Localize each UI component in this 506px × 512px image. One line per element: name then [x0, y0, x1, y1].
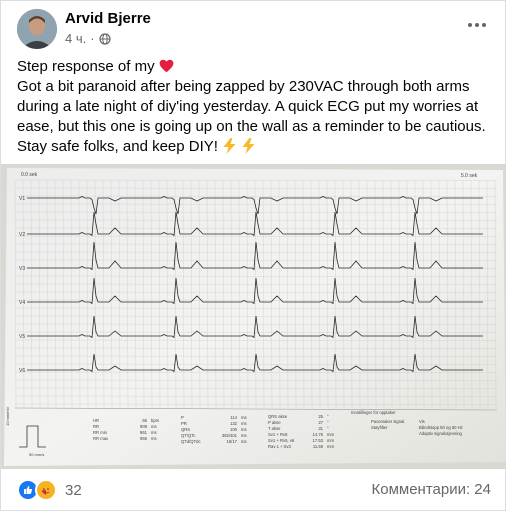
post-text-body-paragraph: Got a bit paranoid after being zapped by… — [17, 77, 495, 157]
ecg-meas-col2-unit: ms — [241, 427, 247, 432]
ecg-meas-col1-value: 956 — [140, 436, 148, 441]
reactions-count: 32 — [65, 481, 82, 499]
globe-icon — [98, 32, 111, 45]
ecg-meas-col3-key: P akse — [268, 420, 281, 425]
ecg-settings-title: Innstillinger for opptaker — [351, 410, 396, 415]
ecg-cal-mmmv: 10 mm/mV — [5, 406, 10, 426]
post-footer: 32 Комментарии: 24 — [1, 469, 506, 512]
post-time[interactable]: 4 ч. — [65, 31, 86, 46]
ecg-meas-col1-key: HR — [93, 418, 99, 423]
dot-icon — [482, 23, 486, 27]
ecg-meas-col1-unit: ms — [151, 430, 157, 435]
ecg-setting-value: Båndstopp 50 og 60 Hz — [419, 425, 463, 430]
ecg-meas-col2-value: 100 — [230, 427, 238, 432]
heart-icon — [159, 59, 174, 73]
ecg-photo[interactable]: 0.0 sek 5.0 sek V1 V2 V3 V4 V5 V6 10 mm/mV 50… — [1, 164, 506, 469]
ecg-lead-label: V6 — [19, 368, 25, 374]
post-text-line1: Step response of my — [17, 57, 495, 77]
ecg-meas-col2-unit: ms — [241, 433, 247, 438]
ecg-meas-col3-key: QRS akse — [268, 414, 288, 419]
ecg-meas-col3-key: Sv1 + Rv5, v6 — [268, 438, 295, 443]
ecg-meas-col3-key: Rav L + Sv3 — [268, 444, 291, 449]
ecg-meas-col3-value: 14.76 — [313, 432, 324, 437]
reactions-summary[interactable]: 32 — [17, 479, 82, 501]
ecg-meas-col2-unit: ms — [241, 421, 247, 426]
ecg-meas-col3-value: 31 — [318, 426, 323, 431]
ecg-meas-col1-value: 909 — [140, 424, 148, 429]
avatar-photo — [17, 9, 57, 49]
ecg-meas-col3-unit: mm — [327, 444, 334, 449]
ecg-meas-col3-unit: mm — [327, 432, 334, 437]
ecg-meas-col2-value: 382/401 — [222, 433, 238, 438]
ecg-meas-col1-unit: ms — [151, 424, 157, 429]
ecg-lead-label: V5 — [19, 334, 25, 340]
ecg-printout: 0.0 sek 5.0 sek V1 V2 V3 V4 V5 V6 10 mm/mV 50… — [1, 164, 506, 469]
ecg-meas-col2-value: 16/17 — [227, 439, 238, 444]
avatar[interactable] — [17, 9, 57, 49]
ecg-setting-key: Støyfilter — [371, 425, 388, 430]
ecg-meas-col2-key: QRS — [181, 427, 190, 432]
author-name[interactable]: Arvid Bjerre — [65, 10, 151, 27]
ecg-meas-col3-unit: mm — [327, 438, 334, 443]
ecg-meas-col2-unit: ms — [241, 415, 247, 420]
ecg-meas-col2-key: P — [181, 415, 184, 420]
ecg-meas-col1-value: 861 — [140, 430, 148, 435]
more-options-button[interactable] — [465, 13, 489, 37]
dot-icon — [475, 23, 479, 27]
post-card: Arvid Bjerre 4 ч. · Step response of my … — [0, 0, 506, 511]
ecg-meas-col3-key: Sv1 + Rv6 — [268, 432, 288, 437]
post-text: Step response of my Got a bit paranoid a… — [17, 57, 495, 157]
dot-icon — [468, 23, 472, 27]
ecg-meas-col3-value: 17.53 — [313, 438, 324, 443]
ecg-time-end: 5.0 sek — [461, 173, 478, 179]
ecg-cal-speed: 50 mm/s — [29, 452, 44, 457]
post-meta: 4 ч. · — [65, 31, 111, 46]
ecg-meas-col1-key: RR min — [93, 430, 108, 435]
ecg-lead-label: V2 — [19, 232, 25, 238]
ecg-meas-col2-unit: ms — [241, 439, 247, 444]
care-reaction-icon — [35, 479, 57, 501]
ecg-meas-col1-key: RR — [93, 424, 99, 429]
lightning-icon — [223, 138, 236, 154]
ecg-setting-key: Pacemaker signal — [371, 419, 404, 424]
ecg-lead-label: V1 — [19, 196, 25, 202]
ecg-meas-col3-key: T akse — [268, 426, 281, 431]
ecg-meas-col1-value: 66 — [142, 418, 147, 423]
comments-link[interactable]: Комментарии: 24 — [372, 481, 492, 498]
ecg-meas-col2-key: PR — [181, 421, 187, 426]
ecg-meas-col3-value: 27 — [318, 420, 323, 425]
ecg-meas-col3-value: 25 — [318, 414, 323, 419]
ecg-meas-col3-value: 11.59 — [313, 444, 324, 449]
ecg-meas-col1-unit: ms — [151, 436, 157, 441]
ecg-setting-value: Vis — [419, 419, 425, 424]
ecg-time-start: 0.0 sek — [21, 172, 38, 178]
ecg-setting-value: Adaptiv signalutjevning — [419, 431, 463, 436]
post-text-intro: Step response of my — [17, 58, 155, 75]
ecg-meas-col2-key: QTd/QTdc — [181, 439, 201, 444]
ecg-meas-col2-key: QT/QTc — [181, 433, 195, 438]
ecg-meas-col2-value: 114 — [230, 415, 237, 420]
ecg-meas-col2-value: 132 — [230, 421, 238, 426]
ecg-meas-col1-unit: bpm — [151, 418, 160, 423]
ecg-lead-label: V3 — [19, 266, 25, 272]
lightning-icon — [242, 138, 255, 154]
ecg-meas-col1-key: RR max — [93, 436, 109, 441]
meta-separator: · — [90, 31, 95, 46]
ecg-lead-label: V4 — [19, 300, 25, 306]
